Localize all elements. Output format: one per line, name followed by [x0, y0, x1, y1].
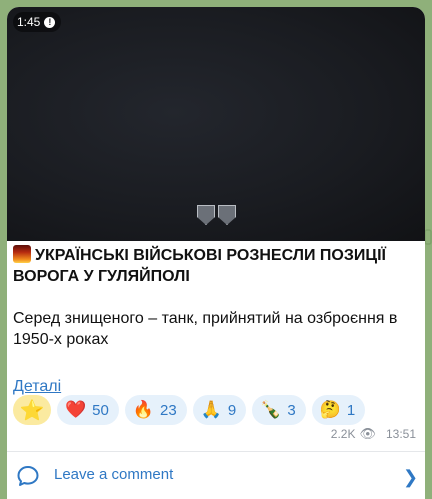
reaction-count: 1 [346, 401, 356, 419]
muted-icon: ! [44, 16, 56, 28]
thinking-icon: 🤔 [319, 400, 341, 419]
reaction-count: 3 [287, 401, 296, 419]
view-count: 2.2K [330, 427, 356, 441]
reactions-bar: ⭐ ❤️ 50 🔥 23 🙏 9 🍾 3 🤔 1 [13, 395, 366, 425]
heart-icon: ❤️ [65, 400, 87, 419]
reaction-star[interactable]: ⭐ [13, 395, 51, 425]
post-body: Серед знищеного – танк, прийнятий на озб… [13, 310, 398, 348]
leave-comment-button[interactable]: Leave a comment ❯ [7, 452, 425, 499]
reaction-count: 50 [92, 401, 109, 419]
chevron-right-icon: ❯ [403, 467, 419, 487]
star-icon: ⭐ [19, 399, 45, 422]
post-title-text: УКРАЇНСЬКІ ВІЙСЬКОВІ РОЗНЕСЛИ ПОЗИЦІЇ ВО… [13, 247, 386, 285]
video-duration-badge: 1:45 ! [13, 12, 62, 32]
post-title: УКРАЇНСЬКІ ВІЙСЬКОВІ РОЗНЕСЛИ ПОЗИЦІЇ ВО… [13, 245, 413, 287]
post-time: 13:51 [385, 427, 416, 441]
leave-comment-label: Leave a comment [54, 466, 174, 483]
reaction-champagne[interactable]: 🍾 3 [252, 395, 306, 425]
reaction-thinking[interactable]: 🤔 1 [311, 395, 366, 425]
reaction-heart[interactable]: ❤️ 50 [57, 395, 119, 425]
fire-emoji-icon [13, 245, 31, 263]
comment-bubble-icon [17, 466, 39, 486]
reaction-fire[interactable]: 🔥 23 [124, 395, 187, 425]
champagne-icon: 🍾 [260, 400, 282, 419]
video-duration: 1:45 [17, 15, 41, 29]
fire-icon: 🔥 [132, 400, 155, 419]
reaction-count: 23 [160, 401, 177, 419]
video-player[interactable]: 1:45 ! [7, 7, 425, 241]
reaction-pray[interactable]: 🙏 9 [192, 395, 247, 425]
unit-emblem-icon [197, 205, 215, 225]
eye-icon: 👁 [359, 426, 376, 441]
channel-post: 1:45 ! УКРАЇНСЬКІ ВІЙСЬКОВІ РОЗНЕСЛИ ПОЗ… [7, 7, 425, 499]
pray-icon: 🙏 [200, 400, 222, 419]
post-meta: 2.2K 👁 13:51 [331, 426, 416, 442]
video-watermark [197, 205, 236, 225]
unit-emblem-icon [218, 205, 236, 225]
details-link[interactable]: Деталі [13, 378, 61, 396]
reaction-count: 9 [227, 401, 237, 419]
